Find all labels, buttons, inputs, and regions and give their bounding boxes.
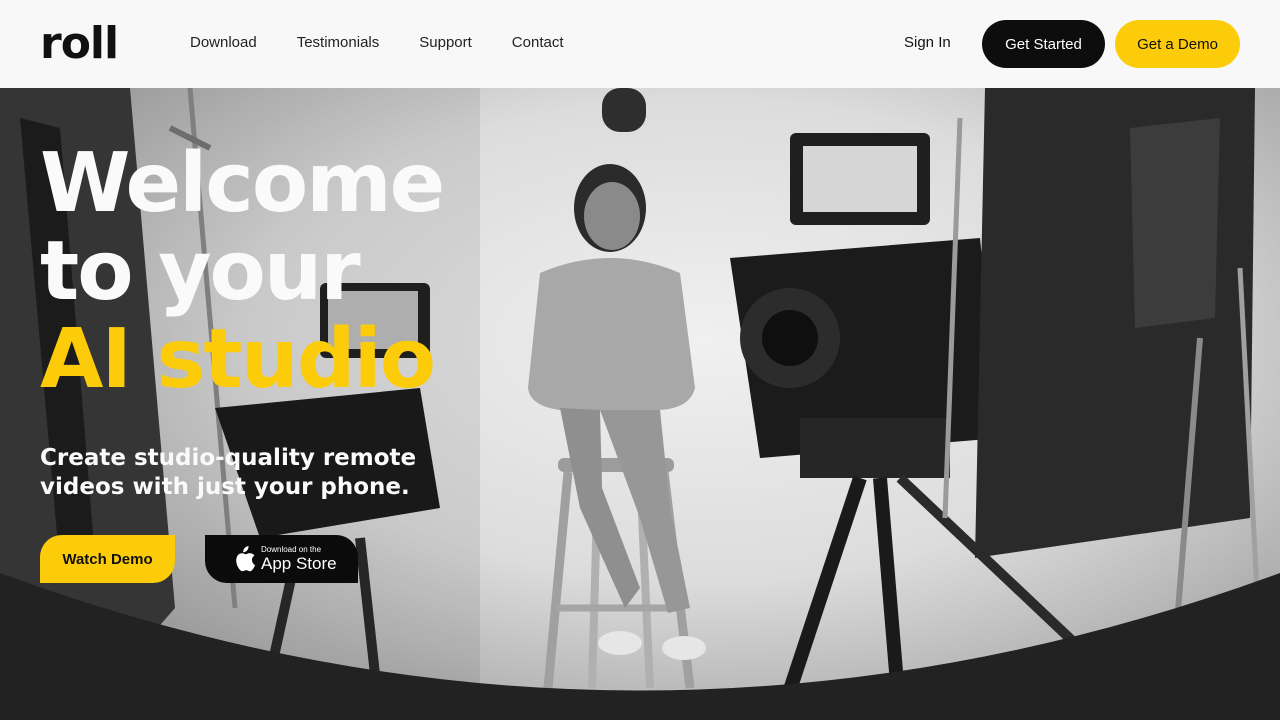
get-started-button[interactable]: Get Started bbox=[982, 20, 1105, 68]
roll-logo[interactable]: roll bbox=[40, 22, 119, 66]
hero-title-line-3: AI studio bbox=[40, 312, 436, 407]
app-store-button[interactable]: Download on the App Store bbox=[205, 535, 358, 583]
watch-demo-button[interactable]: Watch Demo bbox=[40, 535, 175, 583]
nav-download-link[interactable]: Download bbox=[190, 34, 257, 52]
app-store-big-label: App Store bbox=[261, 554, 337, 573]
main-nav: Download Testimonials Support Contact bbox=[190, 34, 604, 52]
hero-title-line-2: to your bbox=[40, 224, 361, 319]
app-store-small-label: Download on the bbox=[261, 545, 322, 554]
sign-in-link[interactable]: Sign In bbox=[904, 34, 951, 52]
site-header: roll Download Testimonials Support Conta… bbox=[0, 0, 1280, 88]
apple-icon bbox=[236, 546, 255, 572]
hero-section: Welcome to your AI studio Create studio-… bbox=[0, 88, 1280, 720]
hero-title: Welcome to your AI studio bbox=[40, 136, 445, 407]
app-store-text: Download on the App Store bbox=[261, 545, 337, 573]
nav-support-link[interactable]: Support bbox=[419, 34, 472, 52]
hero-title-line-1: Welcome bbox=[40, 136, 445, 231]
nav-testimonials-link[interactable]: Testimonials bbox=[297, 34, 380, 52]
nav-contact-link[interactable]: Contact bbox=[512, 34, 564, 52]
get-a-demo-button[interactable]: Get a Demo bbox=[1115, 20, 1240, 68]
hero-subtitle: Create studio-quality remote videos with… bbox=[40, 445, 417, 500]
